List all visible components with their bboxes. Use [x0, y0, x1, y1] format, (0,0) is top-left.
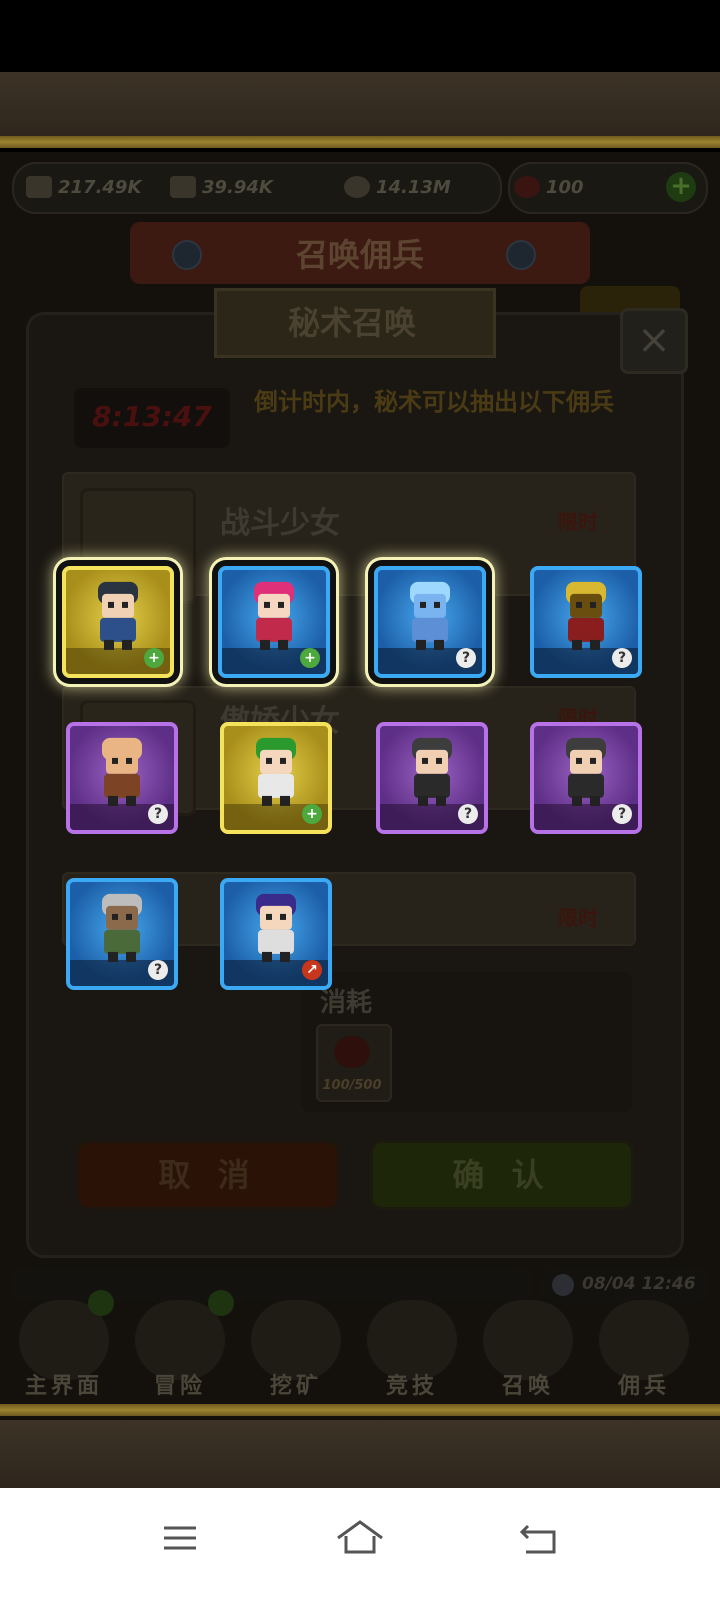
dialog-title: 秘术召唤	[287, 304, 416, 342]
gold-divider	[0, 136, 720, 148]
home-icon[interactable]	[324, 1508, 396, 1568]
hero-slot-bald-monk[interactable]: ?	[66, 722, 178, 834]
summon-notice: 倒计时内，秘术可以抽出以下佣兵	[254, 388, 614, 416]
question-badge-icon: ?	[612, 648, 632, 668]
sword-icon	[26, 176, 52, 198]
hero-sprite-golden-armored-knight	[566, 581, 606, 650]
meat-value: 100	[546, 176, 584, 198]
hero-sprite-bald-monk	[102, 737, 142, 806]
hero-sprite-dark-haired-swordsman	[98, 581, 138, 650]
hero-slot-pink-haired-girl[interactable]: +	[218, 566, 330, 678]
exp-resource: 39.94K	[170, 174, 273, 200]
cancel-button[interactable]: 取 消	[76, 1140, 340, 1210]
nav-label: 主界面	[24, 1374, 103, 1399]
hero-slot-golden-armored-knight[interactable]: ?	[530, 566, 642, 678]
coin-icon	[344, 176, 370, 198]
hero-slot-helmeted-dwarf[interactable]: ?	[66, 878, 178, 990]
meat-icon	[514, 176, 540, 198]
attack-value: 217.49K	[58, 176, 142, 198]
menu-icon[interactable]	[144, 1508, 216, 1568]
gold-value: 14.13M	[376, 176, 451, 198]
limited-tag-1: 限时	[558, 510, 598, 534]
hero-sprite-pink-haired-girl	[254, 581, 294, 650]
plus-badge-icon: +	[144, 648, 164, 668]
datetime: 08/04 12:46	[582, 1274, 696, 1294]
countdown-timer: 8:13:47	[92, 400, 212, 433]
gold-resource: 14.13M	[344, 174, 451, 200]
parchment-footer	[0, 1420, 720, 1488]
meat-resource: 100	[514, 174, 584, 200]
question-badge-icon: ?	[148, 804, 168, 824]
hero-sprite-green-haired-girl	[256, 737, 296, 806]
hero-slot-dark-haired-swordsman[interactable]: +	[62, 566, 174, 678]
meat-icon	[334, 1036, 370, 1068]
nav-label: 挖矿	[269, 1374, 322, 1399]
hero-slot-green-haired-girl[interactable]: +	[220, 722, 332, 834]
back-icon[interactable]	[504, 1508, 576, 1568]
cost-count: 100/500	[322, 1078, 382, 1093]
close-button[interactable]: ×	[620, 308, 688, 374]
nav-item-swords[interactable]: 竞技	[356, 1300, 468, 1404]
hero-sprite-gray-haired-man-2	[566, 737, 606, 806]
notification-dot	[88, 1290, 114, 1316]
gold-divider-bottom	[0, 1404, 720, 1416]
nav-label: 冒险	[153, 1374, 206, 1399]
question-badge-icon: ?	[612, 804, 632, 824]
clock-icon	[552, 1274, 574, 1296]
exp-value: 39.94K	[202, 176, 273, 198]
question-badge-icon: ?	[456, 648, 476, 668]
parchment-header	[0, 72, 720, 140]
hero-slot-gray-haired-man-2[interactable]: ?	[530, 722, 642, 834]
hero-sprite-ice-spirit	[410, 581, 450, 650]
nav-label: 召唤	[501, 1374, 554, 1399]
nav-item-pickaxe[interactable]: 挖矿	[240, 1300, 352, 1404]
hero-slot-gray-haired-man-1[interactable]: ?	[376, 722, 488, 834]
plus-badge-icon: +	[302, 804, 322, 824]
limited-tag-3: 限时	[558, 906, 598, 930]
nav-item-mercenary[interactable]: 佣兵	[588, 1300, 700, 1404]
notification-dot	[208, 1290, 234, 1316]
hero-slot-purple-haired-girl[interactable]: ↗	[220, 878, 332, 990]
link-badge-icon: ↗	[302, 960, 322, 980]
hero-sprite-purple-haired-girl	[256, 893, 296, 962]
system-status-bar	[0, 0, 720, 72]
confirm-button[interactable]: 确 认	[370, 1140, 634, 1210]
banner-title: 召唤佣兵	[295, 236, 424, 274]
hero-slot-ice-spirit[interactable]: ?	[374, 566, 486, 678]
add-resource-button[interactable]: +	[666, 172, 696, 202]
exp-icon	[170, 176, 196, 198]
attack-resource: 217.49K	[26, 174, 141, 200]
nav-label: 佣兵	[617, 1374, 670, 1399]
question-badge-icon: ?	[148, 960, 168, 980]
nav-label: 竞技	[385, 1374, 438, 1399]
nav-item-scroll[interactable]: 召唤	[472, 1300, 584, 1404]
question-badge-icon: ?	[458, 804, 478, 824]
plus-badge-icon: +	[300, 648, 320, 668]
card-name-1: 战斗少女	[220, 506, 340, 541]
hero-sprite-gray-haired-man-1	[412, 737, 452, 806]
hero-sprite-helmeted-dwarf	[102, 893, 142, 962]
